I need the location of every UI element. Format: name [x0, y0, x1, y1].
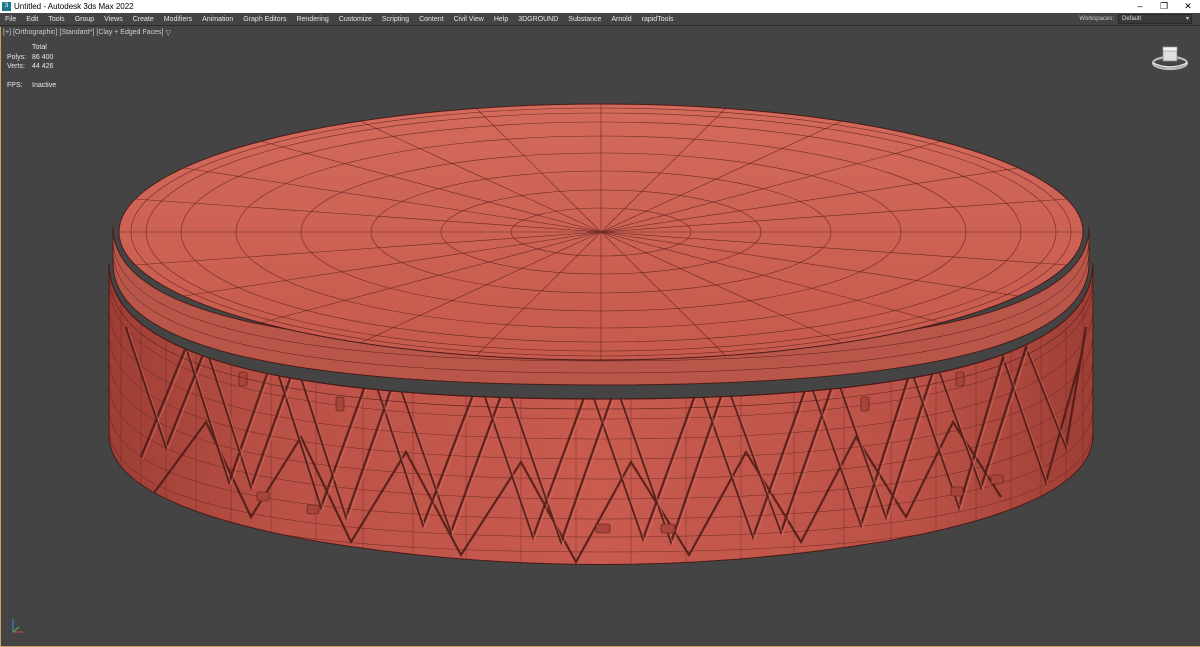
stats-fps-label: FPS: — [7, 81, 23, 89]
menu-customize[interactable]: Customize — [334, 16, 377, 23]
menu-animation[interactable]: Animation — [197, 16, 238, 23]
clay-model[interactable] — [1, 27, 1200, 647]
menu-rendering[interactable]: Rendering — [291, 16, 333, 23]
menu-tools[interactable]: Tools — [43, 16, 69, 23]
stats-polys-row: Polys: 86 400 — [7, 53, 56, 63]
maximize-button[interactable]: ❐ — [1152, 0, 1176, 13]
menu-modifiers[interactable]: Modifiers — [159, 16, 197, 23]
stats-fps-row: FPS: Inactive — [7, 81, 56, 91]
menu-arnold[interactable]: Arnold — [606, 16, 636, 23]
stats-polys-value: 86 400 — [32, 53, 54, 61]
perspective-viewport[interactable]: [+] [Orthographic] [Standard*] [Clay + E… — [0, 27, 1200, 647]
viewport-menu-general[interactable]: [+] — [3, 29, 11, 37]
menu-edit[interactable]: Edit — [21, 16, 43, 23]
menu-help[interactable]: Help — [489, 16, 513, 23]
menu-scripting[interactable]: Scripting — [377, 16, 414, 23]
menu-content[interactable]: Content — [414, 16, 449, 23]
menu-file[interactable]: File — [0, 16, 21, 23]
workspace-dropdown[interactable]: Default ▾ — [1118, 14, 1192, 24]
stats-verts-label: Verts: — [7, 63, 25, 70]
stats-fps-value: Inactive — [32, 81, 57, 89]
close-button[interactable]: ✕ — [1176, 0, 1200, 13]
viewport-statistics: Total Polys: 86 400 Verts: 44 426 FPS: I… — [7, 43, 56, 90]
app-icon[interactable]: 3 — [2, 2, 11, 11]
window-controls: – ❐ ✕ — [1128, 0, 1200, 13]
workspace-label: Workspaces: — [1079, 16, 1114, 22]
chevron-down-icon: ▾ — [1185, 16, 1189, 22]
menu-bar: File Edit Tools Group Views Create Modif… — [0, 13, 1200, 26]
filter-icon[interactable]: ▽ — [166, 29, 171, 37]
stats-polys-label: Polys: — [7, 53, 27, 61]
title-bar: 3 Untitled - Autodesk 3ds Max 2022 – ❐ ✕ — [0, 0, 1200, 13]
stats-verts-row: Verts: 44 426 — [7, 62, 56, 72]
menu-3dground[interactable]: 3DGROUND — [513, 16, 563, 23]
viewport-menu-shading[interactable]: [Clay + Edged Faces] — [96, 29, 163, 37]
workspace-value: Default — [1122, 16, 1142, 22]
menu-graph-editors[interactable]: Graph Editors — [238, 16, 291, 23]
stats-header: Total — [32, 44, 47, 51]
menu-civil-view[interactable]: Civil View — [449, 16, 489, 23]
menu-rapidtools[interactable]: rapidTools — [637, 16, 679, 23]
menu-views[interactable]: Views — [99, 16, 128, 23]
menu-group[interactable]: Group — [70, 16, 99, 23]
menu-substance[interactable]: Substance — [563, 16, 606, 23]
stats-verts-value: 44 426 — [32, 63, 54, 70]
viewcube-icon[interactable] — [1150, 41, 1190, 73]
minimize-button[interactable]: – — [1128, 0, 1152, 13]
viewport-menu-standard[interactable]: [Standard*] — [59, 29, 94, 37]
menu-create[interactable]: Create — [128, 16, 159, 23]
viewport-menu-point-of-view[interactable]: [Orthographic] — [13, 29, 57, 37]
window-title: Untitled - Autodesk 3ds Max 2022 — [14, 2, 134, 11]
workspace-selector: Workspaces: Default ▾ — [1079, 14, 1192, 24]
axis-tripod-icon — [12, 619, 23, 633]
viewport-label: [+] [Orthographic] [Standard*] [Clay + E… — [3, 29, 171, 37]
